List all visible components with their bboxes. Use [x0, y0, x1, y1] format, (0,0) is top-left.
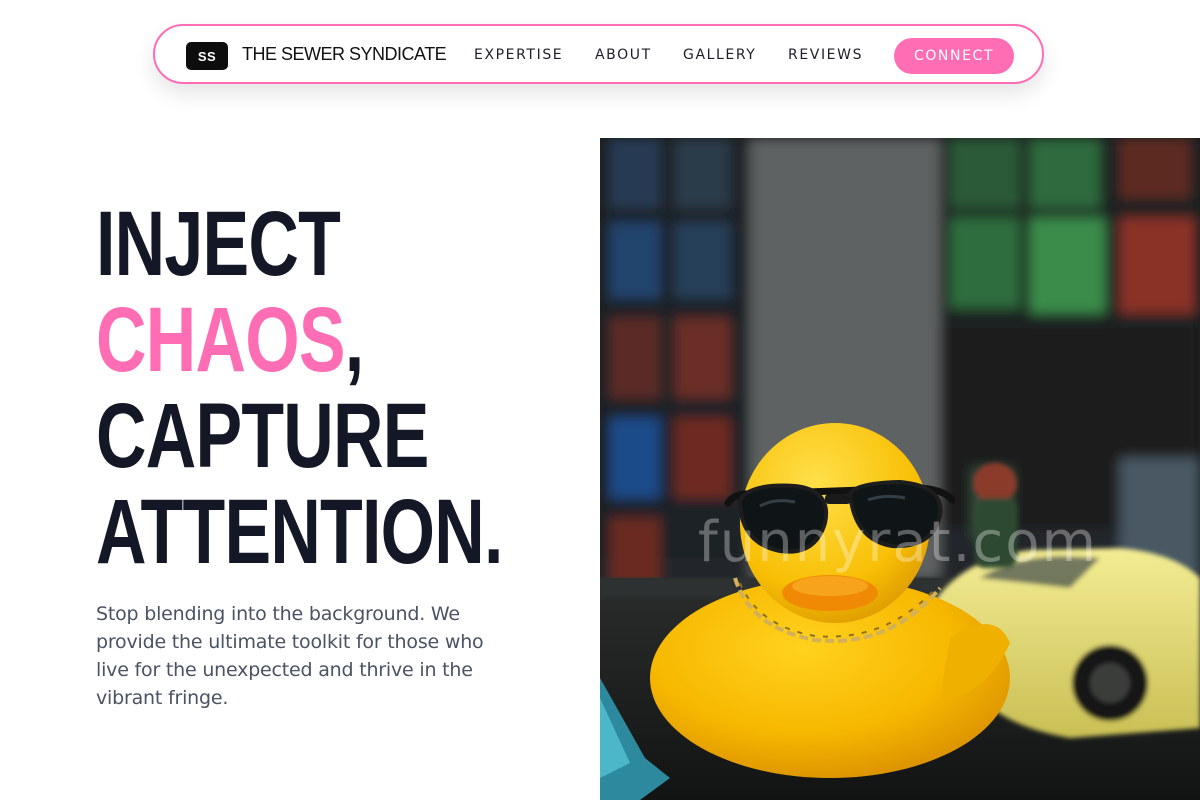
hero-image: funnyrat.com: [600, 138, 1200, 800]
logo-badge[interactable]: SS: [186, 42, 228, 70]
nav-link-expertise[interactable]: EXPERTISE: [474, 47, 563, 63]
headline-line-2: CHAOS,: [96, 292, 503, 388]
nav-link-about[interactable]: ABOUT: [595, 47, 652, 63]
rubber-duck-photo: [600, 138, 1200, 800]
nav-link-gallery[interactable]: GALLERY: [683, 47, 756, 63]
headline-line-4: ATTENTION.: [96, 481, 503, 583]
headline-comma: ,: [344, 289, 364, 391]
headline-accent-word: CHAOS: [96, 289, 345, 391]
top-nav: SS THE SEWER SYNDICATE EXPERTISE ABOUT G…: [153, 24, 1044, 84]
landing-page: SS THE SEWER SYNDICATE EXPERTISE ABOUT G…: [0, 0, 1200, 800]
image-watermark: funnyrat.com: [698, 510, 1099, 575]
brand-name[interactable]: THE SEWER SYNDICATE: [242, 44, 447, 65]
nav-link-reviews[interactable]: REVIEWS: [788, 47, 863, 63]
connect-button[interactable]: CONNECT: [894, 38, 1014, 74]
hero-headline: INJECT CHAOS, CAPTURE ATTENTION.: [96, 196, 631, 580]
headline-line-1: INJECT: [96, 193, 341, 295]
hero-description: Stop blending into the background. We pr…: [96, 603, 484, 709]
headline-line-3: CAPTURE: [96, 385, 429, 487]
